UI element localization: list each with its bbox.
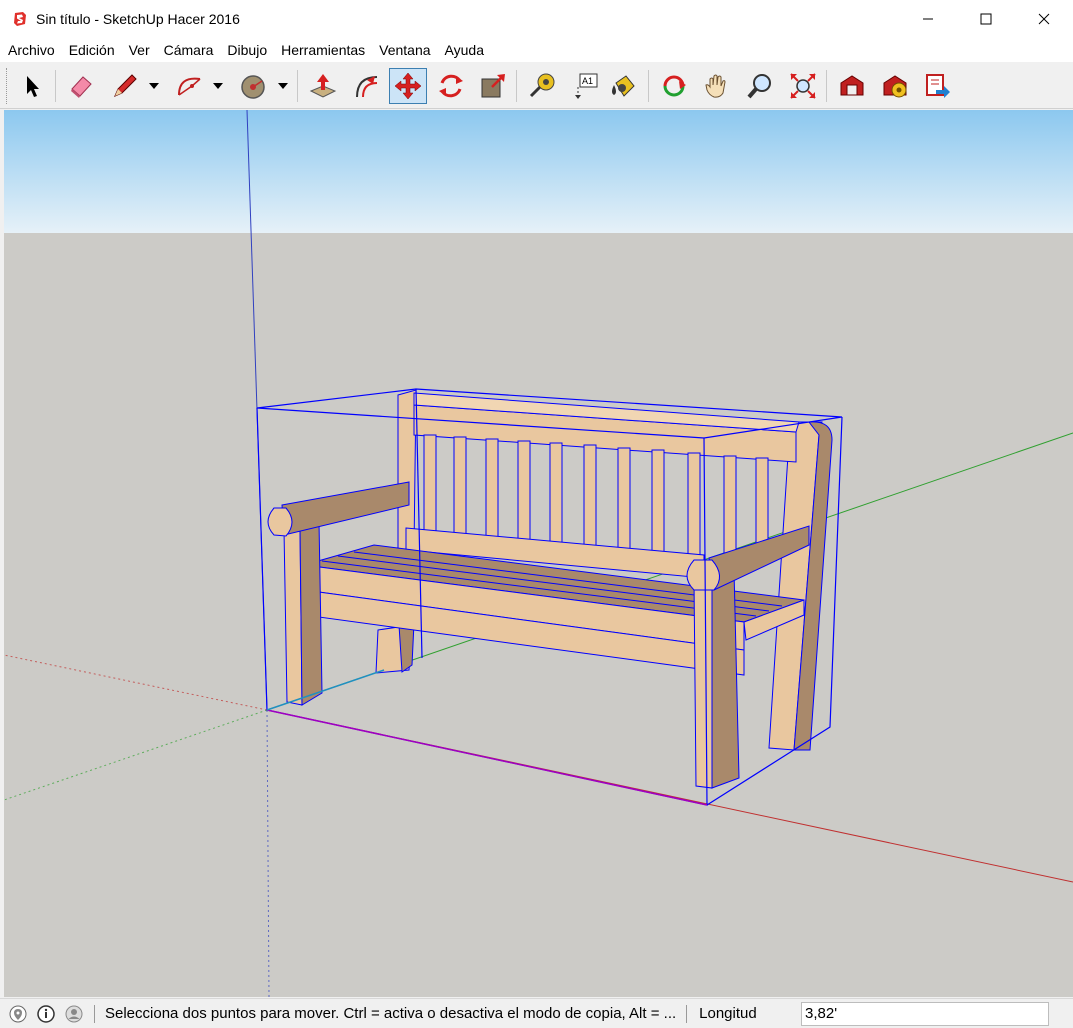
- hand-icon: [705, 74, 726, 98]
- menu-bar: Archivo Edición Ver Cámara Dibujo Herram…: [0, 38, 1073, 62]
- scale-icon: [481, 74, 505, 98]
- menu-edicion[interactable]: Edición: [62, 38, 122, 62]
- bench-left-back-leg-side: [398, 622, 415, 673]
- line-tool-dropdown[interactable]: [148, 68, 160, 104]
- toolbar-grip[interactable]: [6, 68, 10, 104]
- drawing-viewport[interactable]: [4, 110, 1073, 997]
- offset-icon: [356, 76, 378, 98]
- menu-ayuda[interactable]: Ayuda: [438, 38, 491, 62]
- rotate-icon: [439, 74, 463, 98]
- minimize-button[interactable]: [899, 0, 957, 38]
- sky: [4, 110, 1073, 233]
- credits-button[interactable]: [36, 1004, 56, 1024]
- text-tool-label: A1: [582, 76, 593, 86]
- model-canvas[interactable]: [4, 110, 1073, 997]
- tape-measure-tool[interactable]: [523, 68, 561, 104]
- menu-archivo[interactable]: Archivo: [0, 38, 62, 62]
- offset-tool[interactable]: [347, 68, 385, 104]
- measurement-input[interactable]: 3,82': [801, 1002, 1049, 1026]
- text-label-icon: A1: [575, 73, 598, 99]
- move-tool[interactable]: [389, 68, 427, 104]
- magnifier-icon: [747, 74, 771, 99]
- minimize-icon: [923, 18, 933, 20]
- push-pull-icon: [309, 74, 337, 98]
- warehouse-icon: [840, 75, 864, 96]
- status-separator: [686, 1004, 688, 1023]
- toolbar: A1: [0, 62, 1073, 109]
- bench-left-front-leg-side: [299, 521, 323, 706]
- status-message: Selecciona dos puntos para mover. Ctrl =…: [105, 1005, 677, 1022]
- toolbar-separator: [55, 70, 56, 102]
- bench-right-armrest-end: [686, 559, 720, 591]
- extension-warehouse-tool[interactable]: [876, 68, 914, 104]
- toolbar-separator: [516, 70, 517, 102]
- toolbar-separator: [826, 70, 827, 102]
- bench-left-front-leg: [283, 527, 303, 706]
- paint-bucket-tool[interactable]: [604, 68, 642, 104]
- chevron-down-icon: [213, 83, 223, 89]
- zoom-extents-icon: [790, 73, 816, 99]
- window-title: Sin título - SketchUp Hacer 2016: [36, 11, 240, 27]
- extension-warehouse-icon: [883, 75, 907, 98]
- close-icon: [1038, 13, 1050, 25]
- arc-tool[interactable]: [170, 68, 208, 104]
- maximize-icon: [980, 13, 992, 25]
- circle-shape-icon: [241, 75, 265, 99]
- chevron-down-icon: [149, 83, 159, 89]
- shapes-tool-dropdown[interactable]: [277, 68, 289, 104]
- orbit-tool[interactable]: [655, 68, 693, 104]
- line-tool[interactable]: [106, 68, 144, 104]
- menu-herramientas[interactable]: Herramientas: [274, 38, 372, 62]
- tape-measure-icon: [529, 73, 555, 98]
- bench-right-front-leg-side: [711, 569, 740, 789]
- pan-tool[interactable]: [698, 68, 736, 104]
- arrow-cursor-icon: [27, 76, 39, 97]
- text-tool[interactable]: A1: [566, 68, 604, 104]
- select-tool[interactable]: [13, 68, 51, 104]
- rotate-tool[interactable]: [432, 68, 470, 104]
- layout-send-tool[interactable]: [918, 68, 956, 104]
- menu-ver[interactable]: Ver: [122, 38, 157, 62]
- status-bar: Selecciona dos puntos para mover. Ctrl =…: [0, 998, 1073, 1028]
- toolbar-separator: [648, 70, 649, 102]
- shapes-tool[interactable]: [234, 68, 272, 104]
- send-to-layout-icon: [926, 74, 950, 98]
- toolbar-separator: [297, 70, 298, 102]
- menu-camara[interactable]: Cámara: [157, 38, 221, 62]
- zoom-extents-tool[interactable]: [784, 68, 822, 104]
- user-avatar-icon: [65, 1005, 83, 1022]
- eraser-tool[interactable]: [62, 68, 100, 104]
- paint-bucket-icon: [612, 75, 635, 97]
- push-pull-tool[interactable]: [304, 68, 342, 104]
- measurement-label: Longitud: [699, 1005, 757, 1022]
- zoom-tool[interactable]: [741, 68, 779, 104]
- bench-left-armrest-end: [267, 507, 293, 537]
- info-icon: [37, 1004, 55, 1023]
- orbit-icon: [663, 75, 686, 97]
- location-pin-icon: [9, 1005, 27, 1022]
- scale-tool[interactable]: [474, 68, 512, 104]
- bench-right-front-leg: [693, 579, 713, 789]
- account-button[interactable]: [64, 1004, 84, 1024]
- eraser-icon: [71, 76, 92, 98]
- close-button[interactable]: [1015, 0, 1073, 38]
- arc-tool-dropdown[interactable]: [212, 68, 224, 104]
- title-bar: Sin título - SketchUp Hacer 2016: [0, 0, 1073, 38]
- status-separator: [94, 1004, 95, 1023]
- chevron-down-icon: [278, 83, 288, 89]
- move-icon: [394, 72, 422, 100]
- menu-ventana[interactable]: Ventana: [372, 38, 437, 62]
- 3d-warehouse-tool[interactable]: [833, 68, 871, 104]
- geo-location-button[interactable]: [8, 1004, 28, 1024]
- maximize-button[interactable]: [957, 0, 1015, 38]
- pencil-icon: [114, 74, 137, 97]
- sketchup-logo-icon: [14, 12, 26, 26]
- arc-icon: [178, 77, 201, 96]
- menu-dibujo[interactable]: Dibujo: [220, 38, 274, 62]
